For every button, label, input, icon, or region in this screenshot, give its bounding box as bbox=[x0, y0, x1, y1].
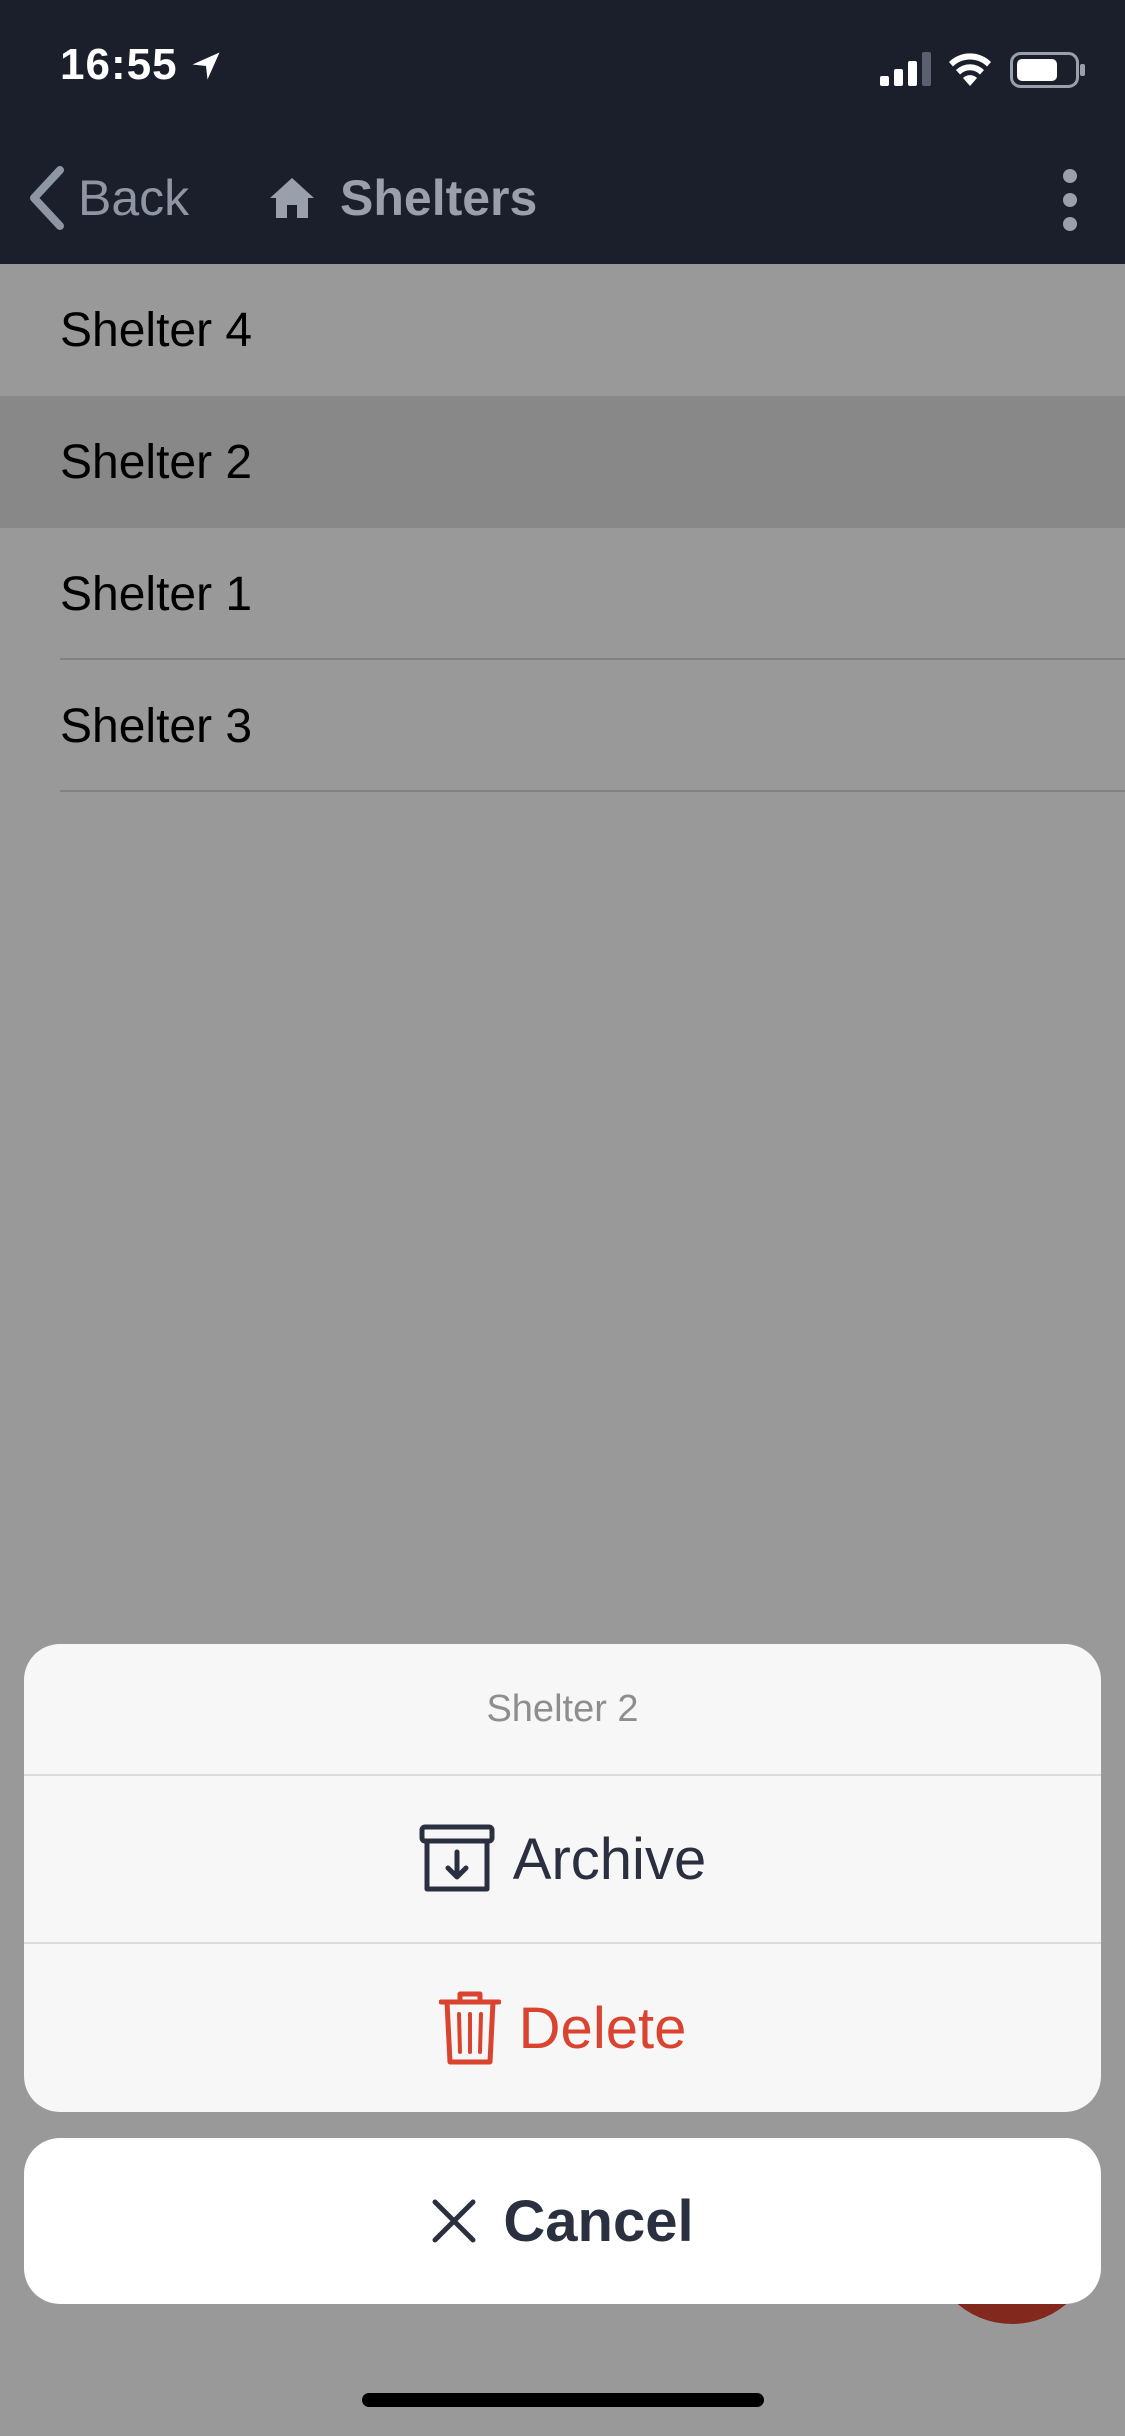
chevron-left-icon bbox=[30, 166, 64, 230]
archive-button[interactable]: Archive bbox=[24, 1776, 1101, 1944]
cancel-button[interactable]: Cancel bbox=[24, 2138, 1101, 2304]
battery-icon bbox=[1010, 52, 1085, 88]
navigation-bar: Back Shelters bbox=[0, 132, 1125, 264]
home-indicator bbox=[362, 2393, 764, 2407]
trash-icon bbox=[438, 1991, 501, 2065]
cancel-label: Cancel bbox=[503, 2188, 694, 2254]
close-icon bbox=[432, 2199, 476, 2243]
action-sheet-title: Shelter 2 bbox=[24, 1644, 1101, 1776]
delete-label: Delete bbox=[518, 1995, 687, 2061]
status-time: 16:55 bbox=[60, 40, 178, 89]
location-arrow-icon bbox=[192, 52, 220, 80]
home-icon bbox=[270, 178, 314, 218]
cellular-signal-icon bbox=[880, 52, 931, 86]
more-vertical-icon[interactable] bbox=[1055, 168, 1085, 232]
page-title: Shelters bbox=[268, 162, 537, 234]
delete-button[interactable]: Delete bbox=[24, 1944, 1101, 2112]
archive-box-icon bbox=[419, 1824, 495, 1892]
status-bar: 16:55 bbox=[0, 0, 1125, 132]
wifi-icon bbox=[949, 53, 991, 86]
back-button[interactable]: Back bbox=[26, 162, 189, 234]
action-sheet: Shelter 2 Archive Delete bbox=[24, 1644, 1101, 2112]
page-title-label: Shelters bbox=[340, 170, 538, 226]
archive-label: Archive bbox=[512, 1826, 707, 1892]
back-label: Back bbox=[78, 170, 190, 226]
